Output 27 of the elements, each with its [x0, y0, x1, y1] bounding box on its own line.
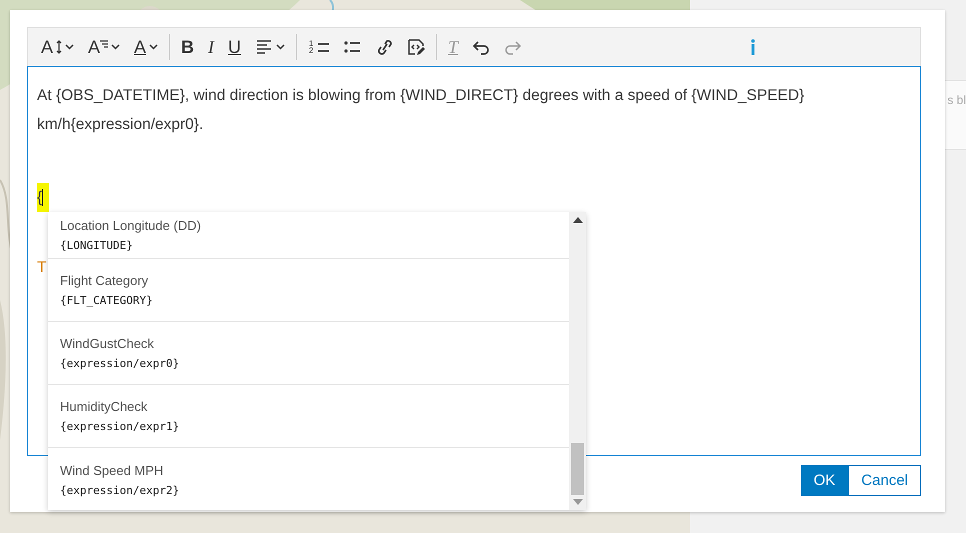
template-text: At {OBS_DATETIME}, wind direction is blowing from {WIND_DIRECT} degrees with a speed of {WIND_SPEED} km/h{expression/expr0}. [37, 86, 806, 135]
lines-icon [100, 40, 108, 48]
numbered-list-button[interactable]: 12 [301, 32, 336, 62]
lines-icon [317, 40, 330, 54]
code-edit-icon [407, 38, 426, 56]
font-color-button[interactable]: A [127, 32, 166, 62]
panel-text: s bl [947, 93, 966, 109]
scroll-up-icon[interactable] [572, 217, 582, 223]
chevron-down-icon [65, 44, 74, 50]
partial-text: T [37, 258, 46, 278]
font-size-button[interactable]: A [34, 32, 82, 62]
link-icon [375, 38, 394, 56]
scroll-thumb[interactable] [571, 443, 584, 495]
underline-button[interactable]: U [221, 32, 248, 62]
typed-brace: { [37, 183, 50, 212]
align-left-icon [255, 38, 274, 56]
chevron-down-icon [111, 44, 120, 50]
chevron-down-icon [149, 44, 158, 50]
scrollbar[interactable] [569, 212, 586, 510]
cancel-button[interactable]: Cancel [848, 465, 921, 496]
ok-button[interactable]: OK [800, 465, 848, 496]
italic-button[interactable]: I [201, 32, 222, 62]
text-style-button[interactable]: A [81, 32, 128, 62]
up-down-arrow-icon [56, 40, 62, 54]
bold-button[interactable]: B [174, 32, 202, 62]
chevron-down-icon [276, 44, 286, 50]
field-option[interactable]: Location Longitude (DD) {LONGITUDE} [48, 212, 569, 259]
